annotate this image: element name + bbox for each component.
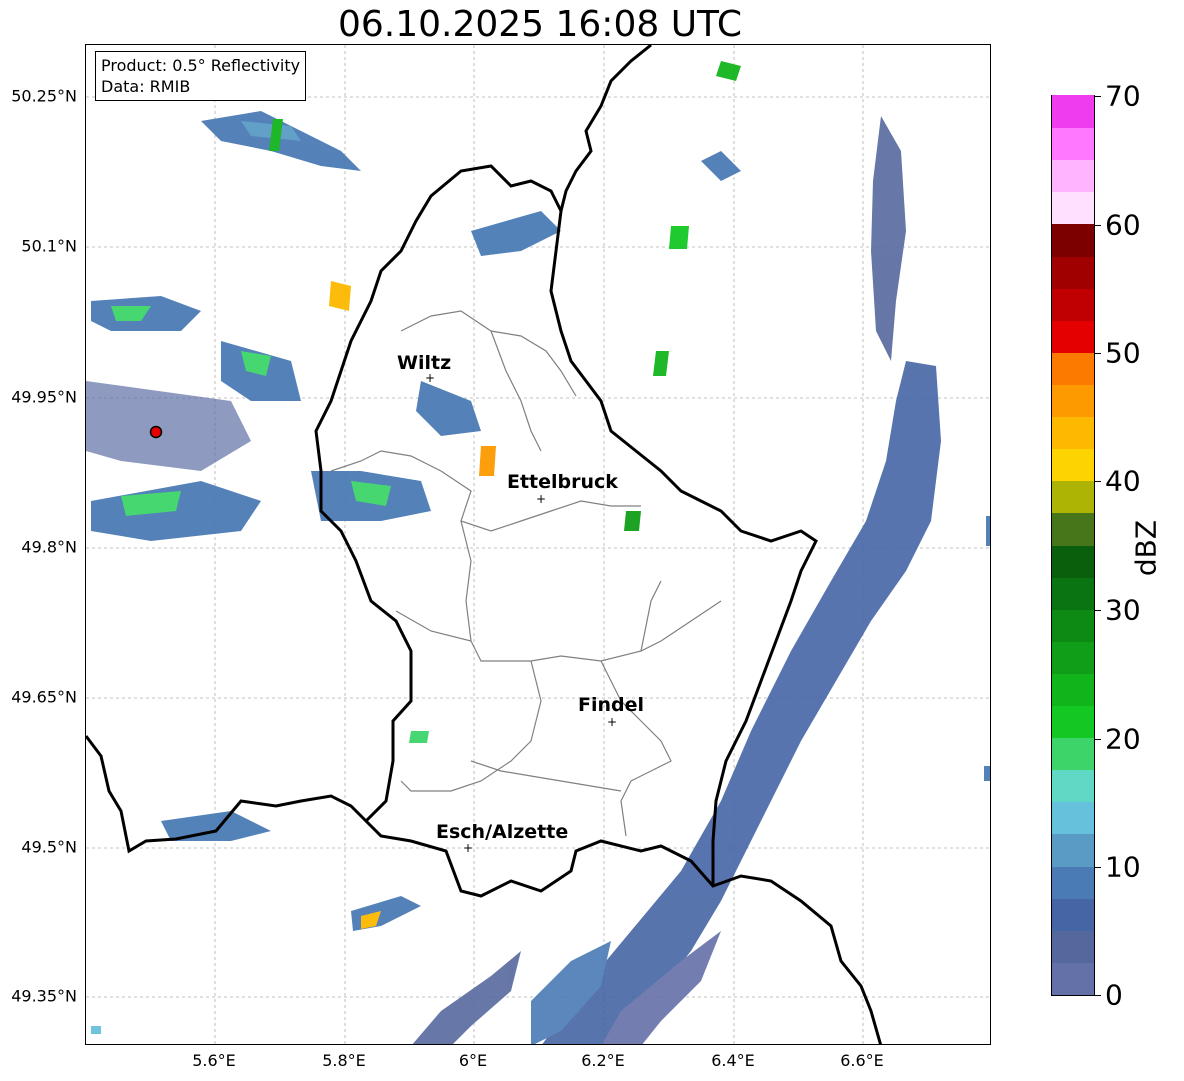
colorbar-tick: 0 — [1105, 978, 1123, 1012]
lon-label: 6.2°E — [581, 1051, 625, 1070]
data-source-text: Data: RMIB — [101, 77, 191, 96]
colorbar — [1051, 95, 1095, 996]
colorbar-segment — [1052, 127, 1094, 161]
colorbar-label: dBZ — [1129, 519, 1163, 577]
colorbar-segment — [1052, 705, 1094, 739]
lat-label: 50.1°N — [21, 236, 77, 256]
city-label: Ettelbruck — [507, 471, 618, 493]
city-label: Findel — [578, 694, 645, 716]
colorbar-tick: 20 — [1105, 722, 1141, 756]
radar-echo-band-east — [412, 116, 941, 1044]
colorbar-segment — [1052, 159, 1094, 193]
colorbar-tick: 50 — [1105, 336, 1141, 370]
colorbar-tick: 40 — [1105, 464, 1141, 498]
colorbar-tickmark — [1095, 481, 1101, 482]
colorbar-segment — [1052, 577, 1094, 610]
colorbar-tickmark — [1095, 353, 1101, 354]
colorbar-segment — [1052, 544, 1094, 578]
colorbar-segment — [1052, 801, 1094, 835]
colorbar-tickmark — [1095, 867, 1101, 868]
lat-label: 49.8°N — [21, 537, 77, 557]
colorbar-tick: 30 — [1105, 593, 1141, 627]
colorbar-segment — [1052, 769, 1094, 803]
city-marker: + — [463, 841, 474, 855]
colorbar-segment — [1052, 641, 1094, 674]
city-label: Wiltz — [397, 352, 452, 374]
lat-label: 49.35°N — [11, 986, 77, 1006]
colorbar-segment — [1052, 512, 1094, 546]
colorbar-segment — [1052, 865, 1094, 899]
canton-borders — [330, 310, 722, 837]
lat-label: 49.5°N — [21, 837, 77, 857]
colorbar-segment — [1052, 320, 1094, 353]
colorbar-segment — [1052, 737, 1094, 771]
colorbar-segment — [1052, 448, 1094, 482]
lon-label: 5.8°E — [322, 1051, 366, 1070]
product-text: Product: 0.5° Reflectivity — [101, 56, 301, 75]
city-label: Esch/Alzette — [436, 821, 569, 843]
colorbar-segment — [1052, 288, 1094, 321]
colorbar-segment — [1052, 930, 1094, 963]
lat-label: 50.25°N — [11, 86, 77, 106]
colorbar-segment — [1052, 609, 1094, 642]
colorbar-segment — [1052, 416, 1094, 450]
radar-site-marker — [149, 425, 163, 439]
lon-label: 6°E — [458, 1051, 488, 1070]
lon-label: 6.6°E — [840, 1051, 884, 1070]
colorbar-tick: 10 — [1105, 850, 1141, 884]
colorbar-tickmark — [1095, 225, 1101, 226]
colorbar-segment — [1052, 962, 1094, 995]
colorbar-segment — [1052, 95, 1094, 129]
map-title: 06.10.2025 16:08 UTC — [337, 4, 743, 45]
lat-label: 49.65°N — [11, 687, 77, 707]
colorbar-tickmark — [1095, 610, 1101, 611]
colorbar-tick: 60 — [1105, 208, 1141, 242]
colorbar-tickmark — [1095, 995, 1101, 996]
lon-label: 5.6°E — [192, 1051, 236, 1070]
colorbar-tickmark — [1095, 739, 1101, 740]
colorbar-tickmark — [1095, 96, 1101, 97]
colorbar-segment — [1052, 384, 1094, 418]
city-marker: + — [607, 715, 618, 729]
lon-label: 6.4°E — [711, 1051, 755, 1070]
product-info-box: Product: 0.5° Reflectivity Data: RMIB — [95, 51, 307, 101]
colorbar-segment — [1052, 223, 1094, 257]
city-marker: + — [536, 492, 547, 506]
colorbar-segment — [1052, 352, 1094, 385]
lat-label: 49.95°N — [11, 387, 77, 407]
colorbar-segment — [1052, 191, 1094, 225]
colorbar-segment — [1052, 480, 1094, 514]
map-canvas — [86, 45, 990, 1044]
colorbar-segment — [1052, 673, 1094, 707]
radar-map: + Wiltz + Ettelbruck + Findel + Esch/Alz… — [85, 44, 991, 1045]
colorbar-segment — [1052, 898, 1094, 931]
colorbar-segment — [1052, 833, 1094, 867]
colorbar-segment — [1052, 255, 1094, 289]
colorbar-tick: 70 — [1105, 79, 1141, 113]
